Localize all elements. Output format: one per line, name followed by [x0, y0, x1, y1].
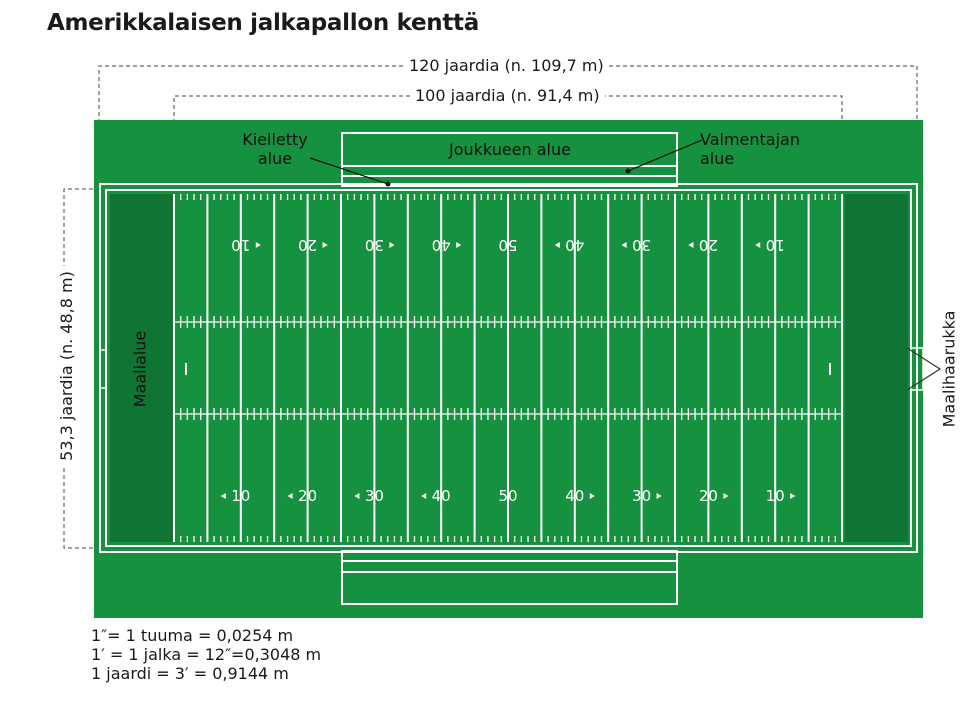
yard-number-top: 30 [632, 236, 651, 254]
coach-area-label-line1: Valmentajan [700, 130, 800, 149]
yard-number-bottom: 10 [231, 487, 250, 505]
restricted-area-label: Kielletty alue [238, 130, 312, 168]
coach-area-label-line2: alue [700, 149, 735, 168]
restricted-area-label-line2: alue [257, 149, 293, 168]
yard-number-bottom: 20 [699, 487, 718, 505]
yard-number-bottom: 40 [432, 487, 451, 505]
coach-area-label: Valmentajan alue [700, 130, 816, 168]
restricted-area-dot [385, 181, 391, 187]
end-zone-label: Maalialue [130, 330, 150, 408]
yard-number-top: 40 [565, 236, 584, 254]
yard-number-bottom: 10 [766, 487, 785, 505]
field-length-label: 100 jaardia (n. 91,4 m) [410, 87, 605, 105]
yard-number-bottom: 30 [365, 487, 384, 505]
end-zone-right [845, 194, 908, 542]
yard-number-top: 50 [498, 236, 517, 254]
yard-number-top: 10 [231, 236, 250, 254]
total-length-label: 120 jaardia (n. 109,7 m) [404, 57, 609, 75]
yard-number-bottom: 30 [632, 487, 651, 505]
yard-number-bottom: 40 [565, 487, 584, 505]
width-label: 53,3 jaardia (n. 48,8 m) [57, 266, 76, 466]
yard-number-bottom: 50 [498, 487, 517, 505]
goal-post-label: Maalihaarukka [939, 310, 959, 428]
yard-number-bottom: 20 [298, 487, 317, 505]
yard-number-top: 40 [432, 236, 451, 254]
coach-area-dot [625, 168, 631, 174]
yard-number-top: 30 [365, 236, 384, 254]
restricted-area-label-line1: Kielletty [242, 130, 308, 149]
yard-number-top: 10 [766, 236, 785, 254]
team-area-label: Joukkueen alue [449, 140, 571, 159]
unit-note: 1″= 1 tuuma = 0,0254 m [91, 626, 294, 645]
unit-note: 1 jaardi = 3′ = 0,9144 m [91, 664, 289, 683]
unit-note: 1′ = 1 jalka = 12″=0,3048 m [91, 645, 322, 664]
yard-number-top: 20 [699, 236, 718, 254]
yard-number-top: 20 [298, 236, 317, 254]
unit-notes: 1″= 1 tuuma = 0,0254 m 1′ = 1 jalka = 12… [91, 626, 321, 683]
